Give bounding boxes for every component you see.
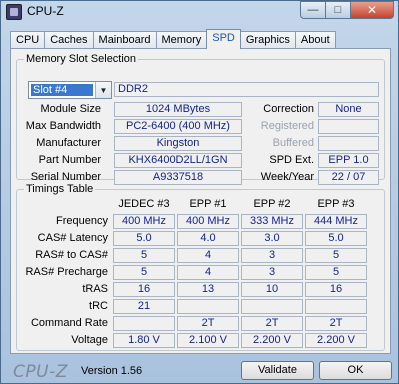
timing-cell: 5.0 (113, 231, 175, 246)
timing-row-label: CAS# Latency (37, 232, 108, 244)
timing-cell: 400 MHz (177, 214, 239, 229)
slot-select-value: Slot #4 (31, 84, 93, 96)
timing-cell: 2T (177, 316, 239, 331)
maximize-button[interactable]: □ (326, 1, 351, 19)
tab-spd[interactable]: SPD (206, 29, 241, 49)
timing-cell: 400 MHz (113, 214, 175, 229)
timing-cell: 5.0 (305, 231, 367, 246)
tab-cpu[interactable]: CPU (10, 31, 46, 49)
spd-ext-label: SPD Ext. (269, 154, 314, 166)
timing-cell: 3 (241, 248, 303, 263)
timing-cell: 2T (305, 316, 367, 331)
serial-number-value: A9337518 (114, 170, 242, 185)
manufacturer-value: Kingston (114, 136, 242, 151)
buffered-label: Buffered (272, 137, 314, 149)
timing-cell: 10 (241, 282, 303, 297)
timing-cell: 2.100 V (177, 333, 239, 348)
timing-cell: 2T (241, 316, 303, 331)
tab-memory[interactable]: Memory (155, 31, 208, 49)
correction-label: Correction (263, 103, 314, 115)
timing-cell: 1.80 V (113, 333, 175, 348)
memory-slot-legend: Memory Slot Selection (24, 53, 139, 65)
timing-cell: 3 (241, 265, 303, 280)
tab-bar: CPU Caches Mainboard Memory SPD Graphics… (10, 29, 336, 49)
timing-cell: 13 (177, 282, 239, 297)
timing-row-label: Frequency (56, 215, 108, 227)
manufacturer-label: Manufacturer (36, 137, 101, 149)
maximize-icon: □ (334, 4, 342, 16)
timing-cell: 444 MHz (305, 214, 367, 229)
window-title: CPU-Z (27, 4, 64, 18)
timing-cell: 4 (177, 265, 239, 280)
tab-mainboard[interactable]: Mainboard (92, 31, 157, 49)
timing-cell: 4 (177, 248, 239, 263)
timing-row-label: RAS# to CAS# (35, 249, 108, 261)
timing-row-label: Voltage (71, 334, 108, 346)
timing-row-label: tRC (89, 300, 108, 312)
timing-cell: 4.0 (177, 231, 239, 246)
close-icon: ✕ (366, 3, 378, 17)
minimize-button[interactable]: — (300, 1, 326, 19)
spd-ext-value: EPP 1.0 (318, 153, 379, 168)
timing-cell: 2.200 V (305, 333, 367, 348)
timing-cell: 5 (113, 248, 175, 263)
module-size-label: Module Size (40, 103, 101, 115)
cpuz-app-icon (6, 4, 22, 20)
timing-cell: 21 (113, 299, 175, 314)
serial-number-label: Serial Number (30, 171, 101, 183)
timing-cell: 5 (113, 265, 175, 280)
validate-button[interactable]: Validate (241, 361, 314, 380)
registered-value (318, 119, 379, 134)
memory-slot-group: Memory Slot Selection Slot #4 ▼ DDR2 Mod… (16, 53, 385, 185)
timing-cell (177, 299, 239, 314)
timing-row-label: tRAS (82, 283, 108, 295)
memory-type-field: DDR2 (114, 82, 379, 97)
timing-cell: 3.0 (241, 231, 303, 246)
timing-cell (241, 299, 303, 314)
timing-cell: 16 (113, 282, 175, 297)
timing-cell (305, 299, 367, 314)
spd-panel: Memory Slot Selection Slot #4 ▼ DDR2 Mod… (10, 48, 391, 354)
column-header: EPP #1 (189, 198, 227, 210)
slot-select[interactable]: Slot #4 ▼ (28, 81, 112, 99)
max-bandwidth-label: Max Bandwidth (25, 120, 101, 132)
buffered-value (318, 136, 379, 151)
max-bandwidth-value: PC2-6400 (400 MHz) (114, 119, 242, 134)
tab-graphics[interactable]: Graphics (239, 31, 296, 49)
minimize-icon: — (307, 4, 319, 16)
week-year-label: Week/Year (260, 171, 314, 183)
title-bar: CPU-Z — □ ✕ (1, 1, 398, 23)
registered-label: Registered (260, 120, 314, 132)
tab-caches[interactable]: Caches (44, 31, 94, 49)
column-header: EPP #3 (317, 198, 355, 210)
part-number-value: KHX6400D2LL/1GN (114, 153, 242, 168)
tab-about[interactable]: About (294, 31, 336, 49)
timing-cell: 2.200 V (241, 333, 303, 348)
close-button[interactable]: ✕ (351, 1, 394, 19)
timings-legend: Timings Table (24, 183, 96, 195)
column-header: JEDEC #3 (118, 198, 170, 210)
timing-cell (113, 316, 175, 331)
timing-cell: 333 MHz (241, 214, 303, 229)
timing-cell: 5 (305, 265, 367, 280)
timing-cell: 5 (305, 248, 367, 263)
week-year-value: 22 / 07 (318, 170, 379, 185)
timing-row-label: Command Rate (30, 317, 108, 329)
timing-cell: 16 (305, 282, 367, 297)
window-controls: — □ ✕ (300, 1, 394, 19)
column-header: EPP #2 (253, 198, 291, 210)
part-number-label: Part Number (38, 154, 101, 166)
chevron-down-icon[interactable]: ▼ (95, 82, 111, 98)
timing-row-label: RAS# Precharge (25, 266, 108, 278)
timings-group: Timings Table JEDEC #3 EPP #1 EPP #2 EPP… (16, 183, 385, 351)
version-text: Version 1.56 (81, 365, 143, 377)
correction-value: None (318, 102, 379, 117)
cpuz-brand-logo: CPU-Z (13, 362, 68, 382)
ok-button[interactable]: OK (319, 361, 392, 380)
cpuz-window: CPU-Z — □ ✕ CPU Caches Mainboard Memory … (0, 0, 399, 384)
module-size-value: 1024 MBytes (114, 102, 242, 117)
